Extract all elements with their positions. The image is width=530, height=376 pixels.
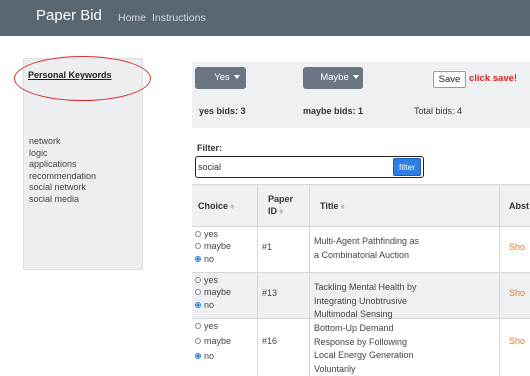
sort-icon: ♦ — [279, 206, 284, 216]
row-divider — [192, 184, 530, 185]
keyword-item: network — [29, 136, 61, 146]
choice-header-label: Choice — [198, 201, 229, 211]
radio-selected-icon — [195, 302, 201, 308]
papers-table: Choice ♦ Paper ID ♦ Title ♦ Abst yes maybe … — [192, 184, 530, 376]
column-header-title[interactable]: Title ♦ — [320, 200, 345, 212]
column-header-paper-id[interactable]: Paper ID ♦ — [268, 193, 302, 217]
maybe-bids-count: maybe bids: 1 — [303, 106, 364, 116]
sort-icon: ♦ — [340, 201, 345, 211]
filter-button[interactable]: filter — [393, 158, 421, 176]
radio-circle-icon — [195, 338, 201, 344]
maybe-dropdown-label: Maybe — [320, 72, 349, 83]
radio-no[interactable]: no — [195, 254, 214, 264]
radio-circle-icon — [195, 289, 201, 295]
radio-label: yes — [204, 275, 219, 285]
filter-input[interactable] — [195, 156, 424, 178]
maybe-dropdown-button[interactable]: Maybe — [303, 67, 363, 89]
radio-label: no — [204, 300, 215, 310]
row-divider — [192, 272, 530, 273]
radio-circle-icon — [195, 243, 201, 249]
keyword-item: social media — [29, 193, 80, 204]
nav-home-link[interactable]: Home — [118, 12, 146, 24]
radio-label: maybe — [204, 287, 232, 297]
radio-yes[interactable]: yes — [195, 229, 218, 239]
filter-input-value: social — [198, 162, 222, 172]
radio-maybe[interactable]: maybe — [195, 241, 231, 251]
sort-icon: ♦ — [230, 201, 235, 211]
radio-label: no — [204, 351, 215, 361]
radio-no[interactable]: no — [195, 300, 214, 310]
filter-label: Filter: — [197, 143, 223, 153]
radio-circle-icon — [195, 323, 201, 329]
paper-id: #13 — [262, 288, 278, 298]
top-navbar: Paper Bid Home Instructions — [0, 0, 530, 36]
radio-label: yes — [204, 321, 219, 331]
column-divider — [499, 184, 500, 376]
show-abstract-link[interactable]: Sho — [509, 336, 525, 346]
save-button[interactable]: Save — [433, 71, 466, 88]
table-header-row — [192, 184, 530, 226]
keyword-item: recommendation — [29, 170, 97, 181]
paper-id: #1 — [262, 242, 273, 252]
radio-label: no — [204, 254, 215, 264]
radio-maybe[interactable]: maybe — [195, 336, 231, 346]
paper-title: Tackling Mental Health by Integrating Un… — [314, 282, 417, 319]
radio-label: maybe — [204, 241, 232, 251]
click-save-notice: click save! — [469, 73, 518, 84]
caret-down-icon — [352, 75, 359, 79]
brand-title[interactable]: Paper Bid — [36, 7, 102, 24]
keyword-list: network logic applications recommendatio… — [29, 136, 96, 206]
radio-no[interactable]: no — [195, 351, 214, 361]
paper-title: Bottom-Up Demand Response by Following L… — [314, 323, 414, 374]
radio-maybe[interactable]: maybe — [195, 287, 231, 297]
keyword-item: social network — [29, 182, 87, 193]
nav-instructions-link[interactable]: Instructions — [152, 12, 206, 24]
column-divider — [257, 184, 258, 376]
yes-dropdown-button[interactable]: Yes — [195, 67, 246, 89]
column-header-abstract[interactable]: Abst — [509, 200, 529, 212]
radio-circle-icon — [195, 277, 201, 283]
radio-yes[interactable]: yes — [195, 275, 218, 285]
show-abstract-link[interactable]: Sho — [509, 242, 525, 252]
red-annotation-ellipse — [14, 56, 151, 101]
column-header-choice[interactable]: Choice ♦ — [198, 200, 235, 212]
radio-selected-icon — [195, 256, 201, 262]
show-abstract-link[interactable]: Sho — [509, 288, 525, 298]
paper-title: Multi-Agent Pathfinding as a Combinatori… — [314, 236, 420, 260]
row-divider — [192, 226, 530, 227]
title-header-label: Title — [320, 201, 339, 211]
radio-label: maybe — [204, 336, 232, 346]
radio-selected-icon — [195, 353, 201, 359]
radio-label: yes — [204, 229, 219, 239]
radio-circle-icon — [195, 231, 201, 237]
radio-yes[interactable]: yes — [195, 321, 218, 331]
keyword-item: logic — [29, 147, 48, 158]
total-bids-count: Total bids: 4 — [414, 106, 463, 116]
keyword-item: applications — [29, 159, 77, 170]
yes-bids-count: yes bids: 3 — [199, 106, 246, 116]
yes-dropdown-label: Yes — [214, 72, 230, 83]
paper-id: #16 — [262, 336, 278, 346]
caret-down-icon — [233, 75, 240, 79]
column-divider — [309, 184, 310, 376]
